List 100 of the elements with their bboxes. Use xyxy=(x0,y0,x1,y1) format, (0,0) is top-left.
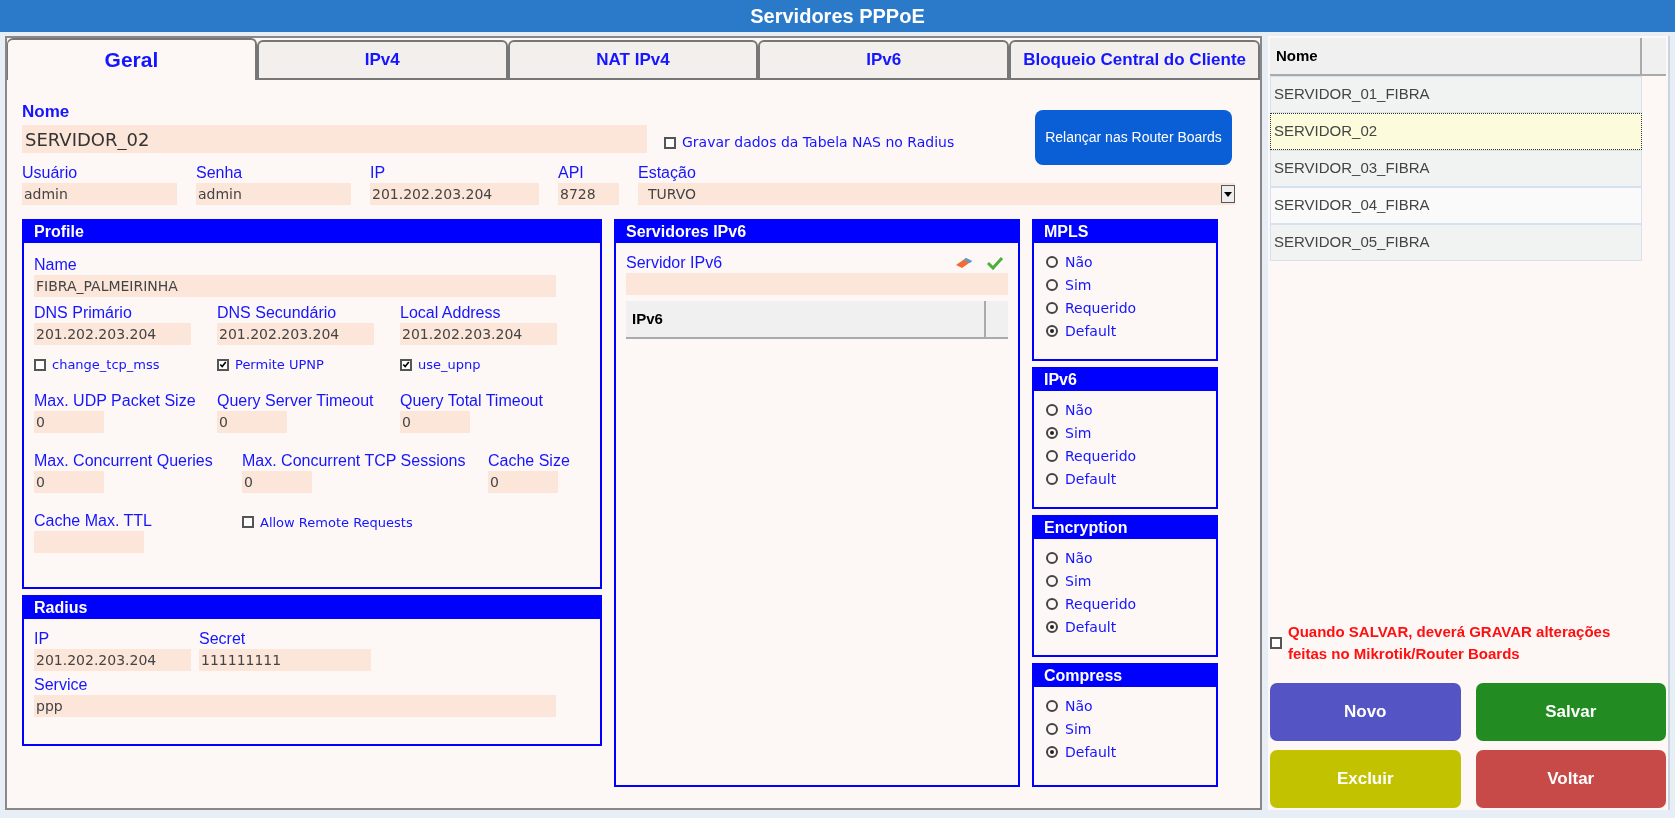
text-field[interactable]: 201.202.203.204 xyxy=(370,183,539,205)
field-label: Usuário xyxy=(22,163,79,183)
radio-label: Default xyxy=(1065,470,1117,488)
checkbox[interactable] xyxy=(664,136,676,149)
server-row[interactable]: SERVIDOR_01_FIBRA xyxy=(1270,76,1642,113)
action-button[interactable]: Novo xyxy=(1270,683,1461,741)
field-label: Senha xyxy=(196,163,244,183)
checkbox[interactable] xyxy=(400,358,412,371)
text-field[interactable]: 111111111 xyxy=(199,649,371,671)
text-field[interactable]: 8728 xyxy=(558,183,619,205)
text-field[interactable]: 0 xyxy=(34,410,104,433)
field-label: Local Address xyxy=(400,303,502,323)
text-field[interactable]: FIBRA_PALMEIRINHA xyxy=(34,275,556,297)
radio-button[interactable] xyxy=(1046,575,1058,587)
section-header: Compress xyxy=(1034,665,1216,687)
text-field[interactable]: SERVIDOR_02 xyxy=(22,125,647,153)
field-label: Cache Size xyxy=(488,450,570,471)
section-header: Servidores IPv6 xyxy=(616,221,1018,243)
radio-label: Default xyxy=(1065,618,1117,636)
action-button[interactable]: Salvar xyxy=(1475,683,1666,741)
field-label: Estação xyxy=(638,163,697,183)
tab[interactable]: IPv4 xyxy=(256,40,508,80)
radio-label: Requerido xyxy=(1065,299,1137,317)
radio-label: Sim xyxy=(1065,720,1092,738)
check-icon[interactable] xyxy=(986,256,1004,270)
tab[interactable]: Geral xyxy=(7,38,257,80)
field-label: IP xyxy=(370,163,387,183)
text-field[interactable]: 201.202.203.204 xyxy=(34,323,191,345)
eraser-icon[interactable] xyxy=(954,256,974,270)
field-label: Query Total Timeout xyxy=(400,390,544,411)
radio-button[interactable] xyxy=(1046,473,1058,485)
tab[interactable]: NAT IPv4 xyxy=(507,40,759,80)
text-field[interactable]: 201.202.203.204 xyxy=(400,323,557,345)
radio-label: Requerido xyxy=(1065,447,1137,465)
text-field[interactable]: 0 xyxy=(400,410,470,433)
field-label: Max. Concurrent Queries xyxy=(34,450,214,471)
station-dropdown[interactable]: TURVO xyxy=(638,183,1235,205)
radio-label: Default xyxy=(1065,743,1117,761)
server-row[interactable]: SERVIDOR_04_FIBRA xyxy=(1270,187,1642,224)
section-header: Radius xyxy=(24,597,600,619)
field-label: API xyxy=(558,163,585,183)
column-header: Nome xyxy=(1270,38,1642,74)
radio-label: Não xyxy=(1065,401,1093,419)
radio-button[interactable] xyxy=(1046,621,1058,633)
radio-button[interactable] xyxy=(1046,427,1058,439)
field-label: Query Server Timeout xyxy=(217,390,374,411)
radio-button[interactable] xyxy=(1046,598,1058,610)
text-field[interactable] xyxy=(626,273,1008,295)
relaunch-button[interactable]: Relançar nas Router Boards xyxy=(1035,110,1232,165)
radio-label: Não xyxy=(1065,549,1093,567)
server-row[interactable]: SERVIDOR_05_FIBRA xyxy=(1270,224,1642,261)
text-field[interactable]: admin xyxy=(22,183,177,205)
checkbox[interactable] xyxy=(217,358,229,371)
text-field[interactable] xyxy=(34,530,144,553)
text-field[interactable]: 0 xyxy=(242,470,312,493)
radio-label: Sim xyxy=(1065,276,1092,294)
checkbox-label: Gravar dados da Tabela NAS no Radius xyxy=(682,133,955,152)
text-field[interactable]: admin xyxy=(196,183,351,205)
checkbox-label: Allow Remote Requests xyxy=(260,513,413,532)
radio-button[interactable] xyxy=(1046,700,1058,712)
field-label: Cache Max. TTL xyxy=(34,510,153,531)
text-field[interactable]: 201.202.203.204 xyxy=(34,649,191,671)
column-header: IPv6 xyxy=(626,301,986,337)
field-label: Servidor IPv6 xyxy=(626,253,724,273)
text-field[interactable]: 0 xyxy=(488,470,558,493)
radio-button[interactable] xyxy=(1046,552,1058,564)
server-row[interactable]: SERVIDOR_02 xyxy=(1270,113,1642,150)
field-label: IP xyxy=(34,629,51,649)
radio-button[interactable] xyxy=(1046,279,1058,291)
radio-button[interactable] xyxy=(1046,302,1058,314)
text-field[interactable]: ppp xyxy=(34,695,556,717)
checkbox[interactable] xyxy=(34,358,46,371)
radio-button[interactable] xyxy=(1046,404,1058,416)
tab[interactable]: IPv6 xyxy=(758,40,1010,80)
text-field[interactable]: 0 xyxy=(217,410,287,433)
window-title: Servidores PPPoE xyxy=(0,0,1675,32)
field-label: Name xyxy=(34,255,78,275)
section-header: Encryption xyxy=(1034,517,1216,539)
section-header: Profile xyxy=(24,221,600,243)
radio-button[interactable] xyxy=(1046,746,1058,758)
section-header: IPv6 xyxy=(1034,369,1216,391)
field-label: Secret xyxy=(199,629,247,649)
field-label: Nome xyxy=(22,102,71,122)
text-field[interactable]: 0 xyxy=(34,470,104,493)
radio-button[interactable] xyxy=(1046,325,1058,337)
text-field[interactable]: 201.202.203.204 xyxy=(217,323,374,345)
checkbox[interactable] xyxy=(242,516,254,529)
radio-label: Não xyxy=(1065,253,1093,271)
tab[interactable]: Bloqueio Central do Cliente xyxy=(1009,40,1260,80)
checkbox[interactable] xyxy=(1270,637,1282,649)
radio-button[interactable] xyxy=(1046,723,1058,735)
checkbox-label: Permite UPNP xyxy=(235,356,324,374)
radio-label: Requerido xyxy=(1065,595,1137,613)
radio-button[interactable] xyxy=(1046,450,1058,462)
radio-button[interactable] xyxy=(1046,256,1058,268)
field-label: DNS Secundário xyxy=(217,303,338,323)
server-row[interactable]: SERVIDOR_03_FIBRA xyxy=(1270,150,1642,187)
field-label: DNS Primário xyxy=(34,303,133,323)
field-label: Service xyxy=(34,675,89,695)
action-button[interactable]: Voltar xyxy=(1475,750,1666,808)
